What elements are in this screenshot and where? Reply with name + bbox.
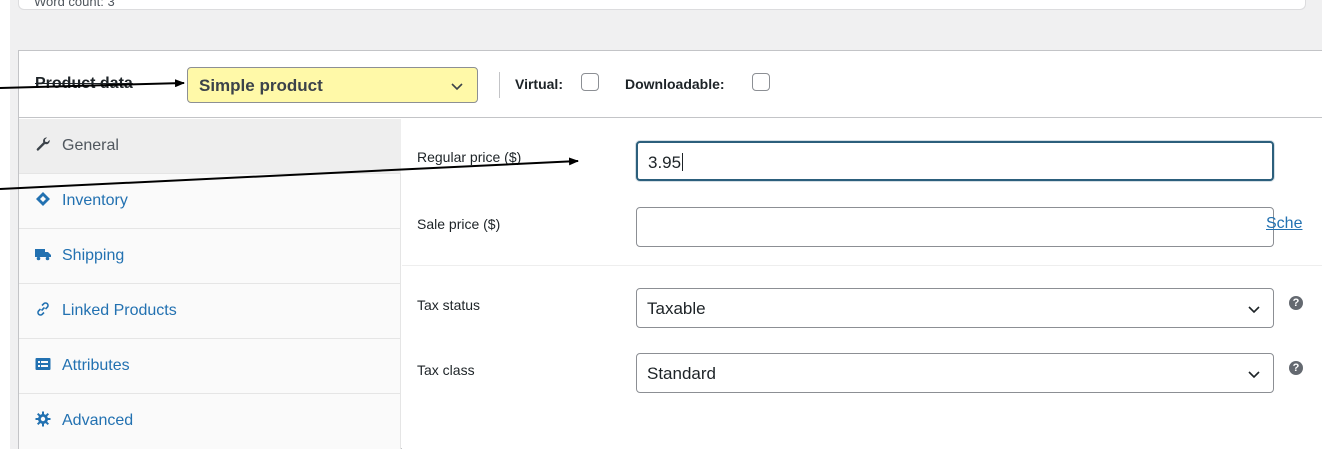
annotation-arrows <box>0 79 579 190</box>
annotation-arrow <box>0 79 185 89</box>
annotation-arrow <box>0 157 579 190</box>
